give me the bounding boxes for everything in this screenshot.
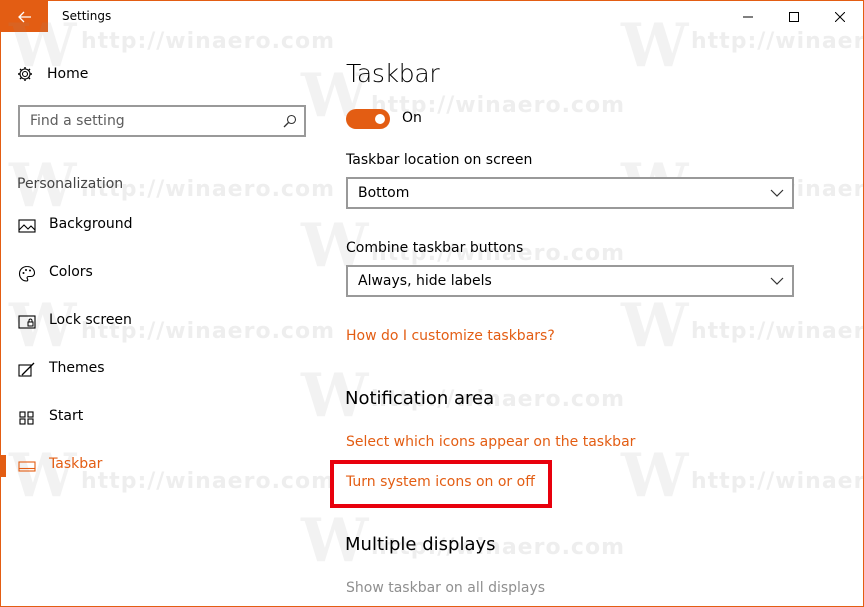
toggle-knob	[375, 114, 385, 124]
sidebar-home[interactable]: Home	[17, 63, 88, 85]
page-title: Taskbar	[346, 59, 440, 88]
combine-dropdown[interactable]: Always, hide labels	[346, 265, 794, 297]
lock-screen-icon	[18, 315, 36, 329]
chevron-down-icon	[770, 277, 784, 285]
maximize-icon	[789, 11, 799, 22]
sidebar-item-label: Themes	[49, 360, 105, 376]
back-button[interactable]	[1, 1, 48, 32]
show-all-displays-label: Show taskbar on all displays	[346, 580, 546, 596]
section-header-personalization: Personalization	[17, 176, 124, 192]
sidebar-item-label: Start	[49, 408, 84, 424]
main-content: Taskbar On Taskbar location on screen Bo…	[321, 32, 863, 606]
customize-taskbars-link[interactable]: How do I customize taskbars?	[346, 328, 555, 344]
palette-icon	[18, 265, 36, 282]
toggle-state-label: On	[402, 110, 422, 126]
chevron-down-icon	[770, 189, 784, 197]
combine-value: Always, hide labels	[358, 273, 492, 289]
start-icon	[19, 411, 34, 425]
multiple-displays-header: Multiple displays	[345, 534, 496, 555]
title-bar: Settings	[1, 1, 863, 32]
sidebar-item-themes[interactable]: Themes	[1, 350, 321, 390]
sidebar: Home Find a setting Personalization Back…	[1, 32, 321, 606]
search-icon[interactable]	[283, 114, 297, 128]
back-arrow-icon	[17, 11, 31, 22]
location-value: Bottom	[358, 185, 410, 201]
minimize-button[interactable]	[725, 1, 771, 32]
minimize-icon	[743, 16, 753, 17]
close-icon	[835, 11, 845, 22]
sidebar-item-colors[interactable]: Colors	[1, 254, 321, 294]
sidebar-item-lock-screen[interactable]: Lock screen	[1, 302, 321, 342]
sidebar-item-label: Taskbar	[49, 456, 103, 472]
sidebar-item-start[interactable]: Start	[1, 398, 321, 438]
sidebar-item-taskbar[interactable]: Taskbar	[1, 446, 321, 486]
maximize-button[interactable]	[771, 1, 817, 32]
picture-icon	[18, 219, 36, 233]
home-label: Home	[47, 66, 89, 82]
sidebar-item-background[interactable]: Background	[1, 206, 321, 246]
gear-icon	[18, 67, 32, 81]
taskbar-toggle[interactable]	[346, 109, 390, 129]
location-dropdown[interactable]: Bottom	[346, 177, 794, 209]
sidebar-item-label: Colors	[49, 264, 93, 280]
system-icons-link[interactable]: Turn system icons on or off	[346, 474, 535, 490]
notification-area-header: Notification area	[345, 388, 495, 409]
combine-label: Combine taskbar buttons	[346, 240, 524, 256]
window-title: Settings	[62, 9, 112, 23]
settings-window: Settings W http://winaero.com W http://w…	[0, 0, 864, 607]
search-placeholder: Find a setting	[30, 113, 125, 129]
taskbar-icon	[18, 461, 36, 472]
location-label: Taskbar location on screen	[346, 152, 533, 168]
search-box[interactable]: Find a setting	[18, 105, 306, 137]
select-icons-link[interactable]: Select which icons appear on the taskbar	[346, 434, 635, 450]
sidebar-item-label: Lock screen	[49, 312, 132, 328]
sidebar-item-label: Background	[49, 216, 133, 232]
close-button[interactable]	[817, 1, 863, 32]
themes-icon	[18, 362, 35, 377]
selection-indicator	[1, 455, 6, 477]
